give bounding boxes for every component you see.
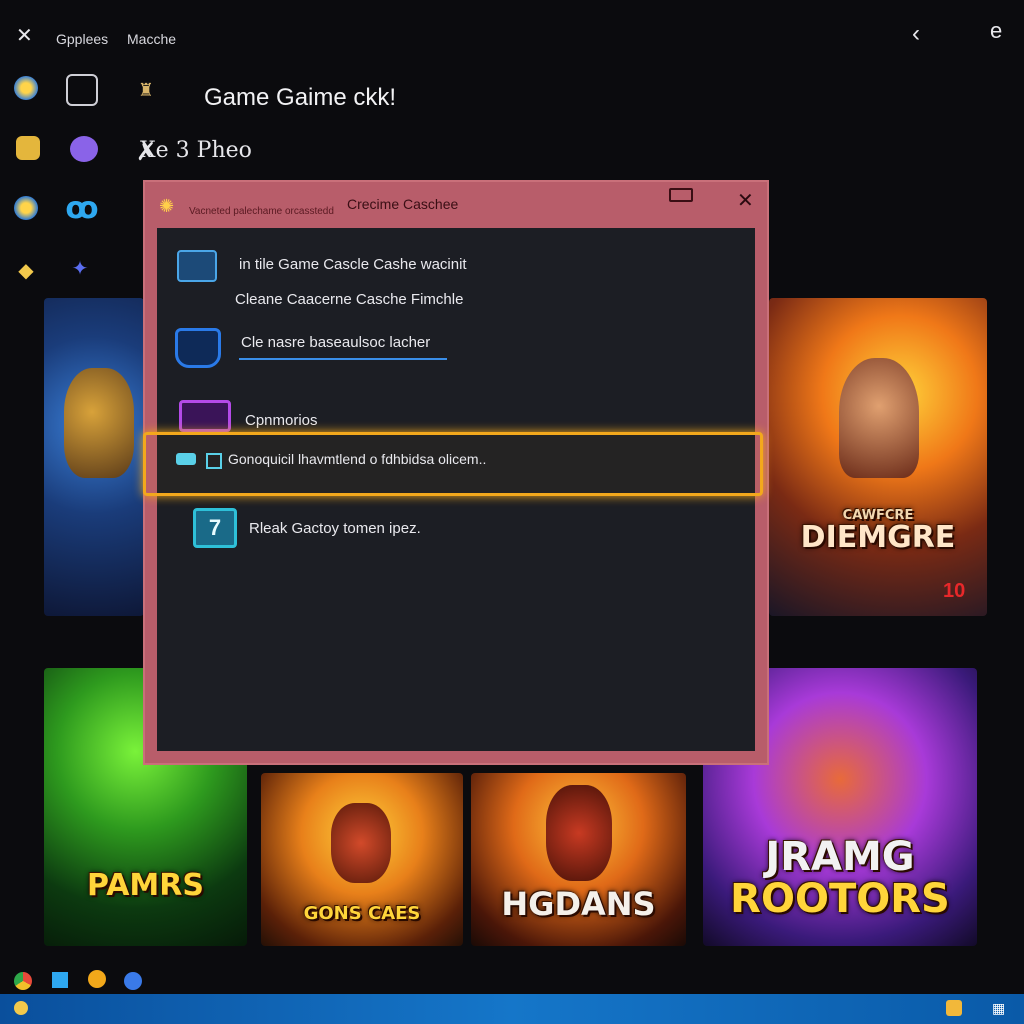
- menu-apps[interactable]: Gpplees: [56, 31, 108, 47]
- page-subtitle: Xe 3 Pheo: [140, 138, 252, 163]
- highlight-row[interactable]: Gonoquicil lhavmtlend o fdhbidsa olicem.…: [143, 432, 763, 496]
- profile-icon[interactable]: e: [990, 20, 1002, 42]
- dialog-line1: in tile Game Cascle Cashe wacinit: [239, 256, 467, 273]
- tile-title: HGDANS: [501, 885, 656, 923]
- eye-icon: [179, 400, 231, 432]
- back-icon[interactable]: ‹: [912, 22, 920, 46]
- number-icon-glyph: 7: [208, 515, 222, 540]
- dialog-app-icon: ✺: [159, 196, 175, 216]
- edge-icon[interactable]: [124, 972, 142, 990]
- cache-dialog: ✺ Vacneted palechame orcasstedd Crecime …: [143, 180, 769, 765]
- link-icon[interactable]: ꝏ: [65, 192, 98, 225]
- game-tile-mid1[interactable]: GONS CAES: [261, 773, 463, 946]
- star-icon[interactable]: ◆: [14, 258, 38, 282]
- monitor-icon[interactable]: [66, 74, 98, 106]
- store-icon[interactable]: [52, 972, 68, 988]
- menu-machine[interactable]: Macche: [127, 31, 176, 47]
- game-tile-right-top[interactable]: CAWFCRE DIEMGRE 10: [769, 298, 987, 616]
- explorer-icon[interactable]: [88, 970, 106, 988]
- character-art: [331, 803, 391, 883]
- notification-icon[interactable]: ▦: [992, 1000, 1008, 1016]
- start-icon[interactable]: [14, 1001, 28, 1015]
- dialog-bottom-text: Rleak Gactoy tomen ipez.: [249, 520, 421, 537]
- folder-icon[interactable]: [16, 136, 40, 160]
- chat-icon[interactable]: [70, 136, 98, 162]
- character-art: [546, 785, 612, 881]
- path-field-value: Cle nasre baseaulsoc lacher: [241, 334, 431, 351]
- hero-art: [839, 358, 919, 478]
- tile-badge: 10: [943, 580, 966, 602]
- globe-icon[interactable]: [14, 76, 38, 100]
- minimize-button[interactable]: [669, 188, 693, 202]
- tile-title-top: JRAMG: [765, 834, 915, 880]
- tile-title: PAMRS: [86, 868, 204, 903]
- game-tile-left-top[interactable]: [44, 298, 144, 616]
- number-icon[interactable]: 7: [193, 508, 237, 548]
- cache-icon: [177, 250, 217, 282]
- dialog-subtitle: Vacneted palechame orcasstedd: [189, 206, 334, 217]
- taskbar: ▦: [0, 994, 1024, 1024]
- path-field[interactable]: Cle nasre baseaulsoc lacher: [239, 330, 447, 360]
- window-icon: [206, 453, 222, 469]
- tile-title-bottom: ROOTORS: [730, 876, 950, 922]
- dialog-title: Crecime Caschee: [347, 196, 459, 212]
- close-icon[interactable]: ✕: [16, 26, 33, 46]
- trophy-icon: ♜: [137, 79, 155, 100]
- highlight-text: Gonoquicil lhavmtlend o fdhbidsa olicem.…: [228, 451, 487, 467]
- tray-icon[interactable]: [946, 1000, 962, 1016]
- options-label[interactable]: Cpnmorios: [245, 412, 318, 429]
- dialog-line2: Cleane Caacerne Casche Fimchle: [235, 291, 464, 308]
- dialog-body: in tile Game Cascle Cashe wacinit Cleane…: [143, 228, 763, 751]
- shield-icon: [175, 328, 221, 368]
- gem-icon[interactable]: ✦: [68, 256, 92, 280]
- page-title: Game Gaime ckk!: [204, 84, 397, 111]
- creature-art: [64, 368, 134, 478]
- tile-title: DIEMGRE: [800, 520, 956, 555]
- game-tile-mid2[interactable]: HGDANS: [471, 773, 686, 946]
- tile-title: GONS CAES: [303, 903, 421, 924]
- chrome-icon[interactable]: [14, 972, 32, 990]
- controller-icon[interactable]: [14, 196, 38, 220]
- close-button[interactable]: ✕: [737, 188, 754, 213]
- game-icon: [176, 453, 196, 465]
